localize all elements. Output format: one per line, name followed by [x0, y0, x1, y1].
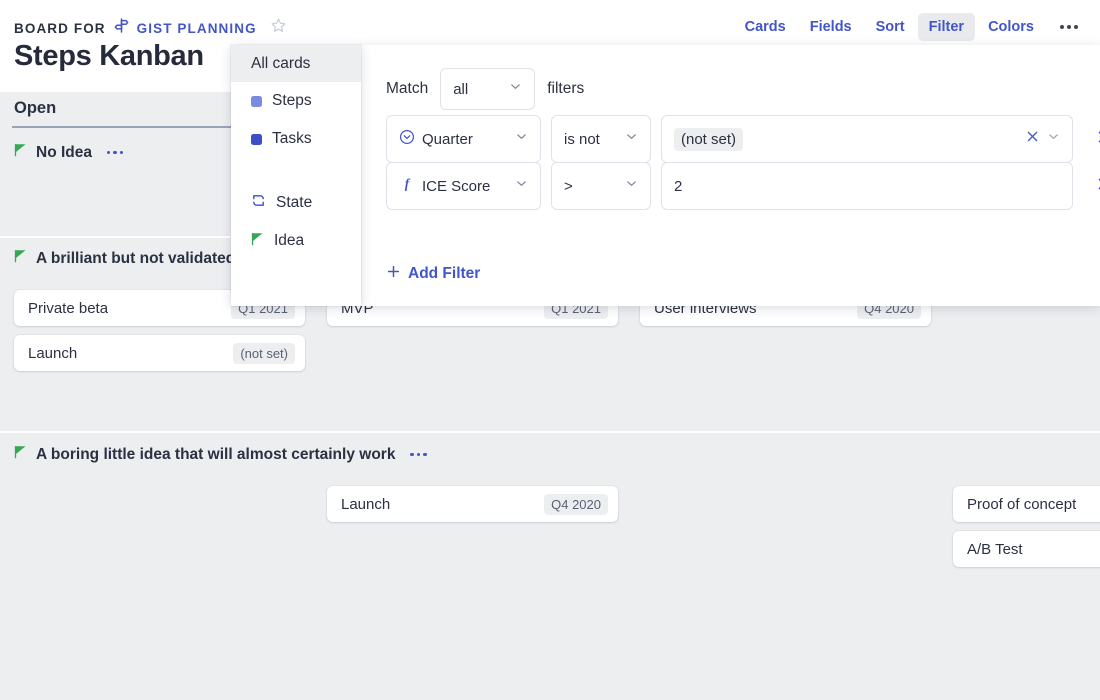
dropdown-item-all-cards[interactable]: All cards: [231, 45, 361, 82]
filter-value-field-quarter[interactable]: (not set): [661, 115, 1073, 163]
svg-text:f: f: [405, 176, 411, 191]
green-flag-icon: [14, 143, 27, 162]
card-title: A/B Test: [967, 540, 1023, 558]
filter-value-text: 2: [674, 177, 683, 195]
swimlane-title: A boring little idea that will almost ce…: [36, 445, 396, 463]
green-flag-icon: [14, 249, 27, 268]
blue-square-icon: [251, 95, 262, 107]
breadcrumb-link[interactable]: GIST PLANNING: [137, 21, 257, 36]
add-filter-label: Add Filter: [408, 265, 481, 282]
card-type-dropdown: All cards Steps Tasks State Idea: [231, 45, 361, 306]
match-mode-select[interactable]: all: [440, 68, 536, 110]
dropdown-item-label: Tasks: [272, 130, 312, 147]
add-filter-button[interactable]: Add Filter: [386, 264, 480, 284]
state-cycle-icon: [251, 193, 266, 213]
dropdown-item-tasks[interactable]: Tasks: [231, 120, 361, 158]
dropdown-item-label: State: [276, 194, 313, 211]
match-prefix-label: Match: [386, 80, 429, 97]
dropdown-item-steps[interactable]: Steps: [231, 82, 361, 120]
dark-blue-square-icon: [251, 133, 262, 145]
card-quarter-chip: Q4 2020: [544, 493, 608, 515]
function-f-icon: f: [399, 176, 415, 197]
card-proof-of-concept[interactable]: Proof of concept: [953, 486, 1100, 522]
filter-field-select-ice-score[interactable]: f ICE Score: [386, 162, 541, 210]
signpost-icon: [113, 17, 130, 39]
breadcrumb-prefix: BOARD FOR: [14, 20, 106, 36]
dropdown-item-label: All cards: [251, 54, 311, 72]
match-mode-value: all: [453, 80, 469, 98]
filter-field-value: Quarter: [422, 130, 473, 148]
filter-value-field-ice-score[interactable]: 2: [661, 162, 1073, 210]
match-suffix-label: filters: [547, 80, 585, 97]
column-header-open: Open: [14, 99, 57, 117]
card-launch-2[interactable]: Launch Q4 2020: [327, 486, 618, 522]
chevron-down-icon: [501, 177, 528, 195]
swimlane-header-no-idea[interactable]: No Idea: [14, 143, 124, 162]
page-title: Steps Kanban: [14, 40, 204, 72]
toolbar-more-icon[interactable]: [1047, 17, 1086, 37]
clear-x-icon[interactable]: [1025, 129, 1040, 149]
card-title: Proof of concept: [967, 495, 1077, 513]
dropdown-spacer: [231, 158, 361, 184]
toolbar-sort-button[interactable]: Sort: [865, 13, 916, 41]
breadcrumb: BOARD FOR GIST PLANNING: [14, 17, 287, 39]
chevron-down-icon: [495, 80, 522, 98]
toolbar-fields-button[interactable]: Fields: [799, 13, 863, 41]
swimlane-menu-icon[interactable]: [106, 150, 124, 155]
card-title: Private beta: [28, 299, 109, 317]
green-flag-icon: [14, 445, 27, 464]
dropdown-item-label: Idea: [274, 232, 305, 249]
circle-chevron-icon: [399, 129, 415, 150]
card-launch-1[interactable]: Launch (not set): [14, 335, 305, 371]
filter-panel: Match all filters Quarter is not (not se…: [361, 45, 1100, 306]
filter-operator-value: >: [564, 177, 573, 195]
chevron-down-icon[interactable]: [1047, 130, 1060, 148]
filter-operator-value: is not: [564, 130, 600, 148]
card-quarter-chip: (not set): [233, 342, 295, 364]
toolbar-cards-button[interactable]: Cards: [734, 13, 797, 41]
dropdown-item-label: Steps: [272, 92, 312, 109]
view-toolbar: Cards Fields Sort Filter Colors: [734, 13, 1086, 41]
filter-value-token: (not set): [674, 127, 744, 151]
card-title: Launch: [28, 344, 78, 362]
toolbar-filter-button[interactable]: Filter: [917, 13, 976, 41]
filter-operator-select-ice-score[interactable]: >: [551, 162, 651, 210]
green-flag-icon: [251, 232, 264, 251]
card-ab-test[interactable]: A/B Test: [953, 531, 1100, 567]
chevron-down-icon: [611, 130, 638, 148]
plus-icon: [386, 264, 401, 284]
swimlane-title: No Idea: [36, 143, 92, 161]
dropdown-item-idea[interactable]: Idea: [231, 222, 361, 260]
dropdown-item-state[interactable]: State: [231, 184, 361, 222]
remove-filter-row-button-ice-score[interactable]: [1096, 176, 1100, 197]
filter-value-actions: [1025, 129, 1060, 149]
toolbar-colors-button[interactable]: Colors: [977, 13, 1045, 41]
chevron-down-icon: [501, 130, 528, 148]
match-row: Match all filters: [386, 68, 584, 110]
swimlane-menu-icon[interactable]: [410, 452, 427, 457]
filter-operator-select-quarter[interactable]: is not: [551, 115, 651, 163]
card-title: Launch: [341, 495, 391, 513]
remove-filter-row-button-quarter[interactable]: [1096, 129, 1100, 150]
chevron-down-icon: [611, 177, 638, 195]
swimlane-header-boring-idea[interactable]: A boring little idea that will almost ce…: [14, 445, 427, 464]
filter-row-ice-score: f ICE Score > 2: [386, 162, 1100, 210]
filter-row-quarter: Quarter is not (not set): [386, 115, 1100, 163]
filter-field-select-quarter[interactable]: Quarter: [386, 115, 541, 163]
swimlane-separator: [0, 431, 1100, 433]
star-icon[interactable]: [270, 17, 287, 39]
filter-field-value: ICE Score: [422, 177, 491, 195]
